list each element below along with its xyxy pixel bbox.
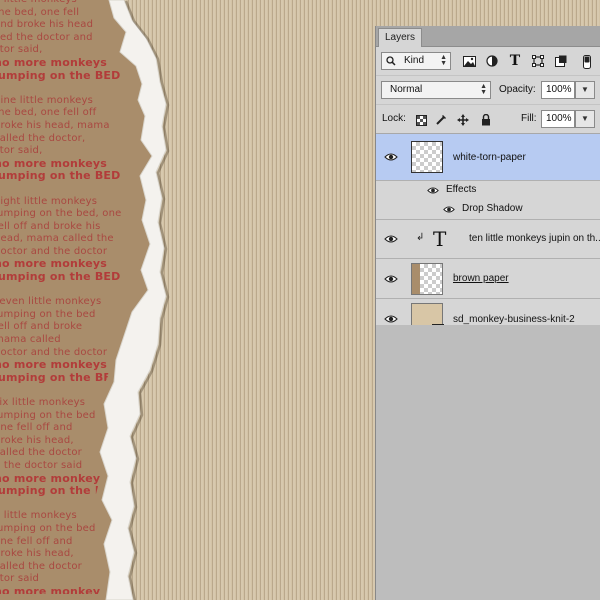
fill-label: Fill: <box>521 113 537 124</box>
layer-white-torn-paper[interactable]: white-torn-paper <box>376 134 600 181</box>
layer-list: white-torn-paper Effects Drop Shadow ↲ T… <box>376 134 600 340</box>
filter-kind-value: Kind <box>404 55 425 66</box>
blend-row: Normal ▲ ▼ Opacity: 100% ▼ <box>376 76 600 105</box>
drop-shadow-effect-row[interactable]: Drop Shadow <box>376 200 600 220</box>
canvas-text-line: jumping on the bed, one <box>0 208 122 220</box>
lock-transparent-pixels-icon[interactable] <box>414 113 428 127</box>
chevron-down-icon: ▼ <box>581 85 589 94</box>
tab-layers[interactable]: Layers <box>378 28 423 47</box>
lock-label: Lock: <box>382 113 406 124</box>
canvas-text-line: fell off and broke his <box>0 220 101 232</box>
panel-empty-area <box>376 325 600 600</box>
lock-image-pixels-icon[interactable] <box>434 113 448 127</box>
clipping-mask-arrow-icon: ↲ <box>416 232 425 243</box>
visibility-eye-icon[interactable] <box>427 186 439 195</box>
layers-panel: Layers Kind ▲ ▼ T Normal ▲ ▼ Opacity: 10… <box>375 26 600 600</box>
fill-input[interactable]: 100% <box>541 110 575 128</box>
canvas-text-line: jumping on the BED <box>0 169 121 183</box>
visibility-eye-icon[interactable] <box>384 152 398 162</box>
layer-name[interactable]: ten little monkeys jupin on th... <box>469 233 600 244</box>
chevron-updown-icon: ▲ ▼ <box>480 83 487 96</box>
canvas-text-line: called the doctor, <box>0 132 86 144</box>
canvas-text-line: the bed, one fell off <box>0 107 97 119</box>
lock-all-icon[interactable] <box>479 113 493 127</box>
canvas-text-line <box>0 183 154 196</box>
filter-type-layer-icon[interactable]: T <box>507 53 523 69</box>
filter-shape-layer-icon[interactable] <box>530 53 546 69</box>
filter-kind-select[interactable]: Kind ▲ ▼ <box>381 52 451 70</box>
type-layer-icon: T <box>433 227 447 251</box>
layer-name[interactable]: sd_monkey-business-knit-2 <box>453 314 575 325</box>
visibility-eye-icon[interactable] <box>384 234 398 244</box>
opacity-input[interactable]: 100% <box>541 81 575 99</box>
panel-tabbar: Layers <box>376 26 600 47</box>
canvas-text-line: broke his head, mama <box>0 119 110 131</box>
filter-smart-object-icon[interactable] <box>553 53 569 69</box>
canvas-text-line: ctor said, <box>0 145 43 157</box>
filter-row: Kind ▲ ▼ T <box>376 47 600 76</box>
layer-thumbnail <box>411 263 443 295</box>
filter-adjustment-layer-icon[interactable] <box>484 53 500 69</box>
opacity-label: Opacity: <box>499 84 536 95</box>
canvas-text-line <box>0 82 154 95</box>
visibility-eye-icon[interactable] <box>384 314 398 324</box>
drop-shadow-label: Drop Shadow <box>462 203 523 214</box>
chevron-down-icon: ▼ <box>581 114 589 123</box>
fill-dropdown-button[interactable]: ▼ <box>575 110 595 128</box>
effects-label: Effects <box>446 184 477 195</box>
opacity-dropdown-button[interactable]: ▼ <box>575 81 595 99</box>
filter-toggle-icon[interactable] <box>579 54 595 70</box>
layer-thumbnail <box>411 141 443 173</box>
canvas-text-line: eight little monkeys <box>0 195 98 207</box>
canvas-text-line <box>0 284 154 297</box>
chevron-updown-icon: ▲ ▼ <box>440 54 447 67</box>
filter-pixel-layer-icon[interactable] <box>461 53 477 69</box>
brown-strip-preview <box>412 264 420 294</box>
visibility-eye-icon[interactable] <box>384 274 398 284</box>
lock-row: Lock: Fill: 100% ▼ <box>376 105 600 134</box>
layer-name[interactable]: brown paper <box>453 273 509 284</box>
blend-mode-value: Normal <box>390 84 423 95</box>
visibility-eye-icon[interactable] <box>443 205 455 214</box>
layer-effects-row[interactable]: Effects <box>376 181 600 200</box>
canvas-text-line: head, mama called the <box>0 233 114 245</box>
layer-text-monkeys[interactable]: ↲ T ten little monkeys jupin on th... <box>376 220 600 259</box>
layer-name[interactable]: white-torn-paper <box>453 152 526 163</box>
canvas-text-line: jumping on the BED <box>0 270 121 284</box>
canvas-text-line: jumping on the BED <box>0 68 121 82</box>
canvas-text-line: nine little monkeys <box>0 94 94 106</box>
search-icon <box>386 56 396 72</box>
blend-mode-select[interactable]: Normal ▲ ▼ <box>381 81 491 99</box>
layer-brown-paper[interactable]: brown paper <box>376 259 600 299</box>
lock-position-icon[interactable] <box>456 113 470 127</box>
